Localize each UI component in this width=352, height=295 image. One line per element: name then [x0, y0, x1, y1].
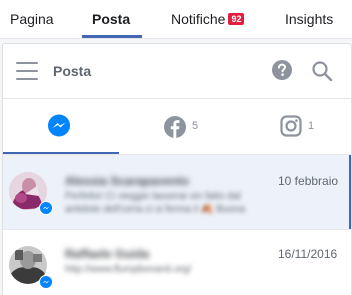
facebook-icon [164, 116, 186, 138]
tab-pagina[interactable]: Pagina [10, 11, 54, 27]
tab-notifiche[interactable]: Notifiche 92 [171, 11, 245, 27]
tab-posta[interactable]: Posta [92, 11, 130, 27]
messenger-badge-icon [39, 275, 53, 289]
selected-row-indicator [349, 155, 351, 229]
search-icon[interactable] [311, 60, 333, 82]
active-tab-indicator [82, 35, 142, 38]
messenger-badge-icon [39, 201, 53, 215]
conversation-row[interactable]: Alessia Scarapavento Perfetto! Ci vieggi… [3, 155, 351, 229]
filter-messenger[interactable] [3, 99, 119, 154]
facebook-count: 5 [192, 120, 199, 132]
conversation-date: 10 febbraio [278, 174, 339, 188]
help-icon[interactable] [272, 60, 292, 80]
conversation-snippet: Perfetto! Ci vieggio lasserai vin fatto … [65, 190, 265, 216]
conversation-row[interactable]: Raffaele Guida http://www.flumpbonanti.o… [3, 230, 351, 295]
inbox-panel: Posta 5 1 Alessia Scarapavento Perfetto!… [2, 43, 352, 295]
snippet-line: http://www.flumpbonanti.org/ [65, 264, 192, 275]
conversation-name: Alessia Scarapavento [65, 174, 190, 188]
page-top-nav: Pagina Posta Notifiche 92 Insights [0, 0, 352, 39]
conversation-snippet: http://www.flumpbonanti.org/ [65, 263, 265, 276]
conversation-name: Raffaele Guida [65, 247, 150, 261]
hamburger-icon[interactable] [16, 62, 38, 80]
conversation-date: 16/11/2016 [278, 247, 338, 261]
inbox-title: Posta [53, 63, 92, 79]
inbox-filter-tabs: 5 1 [3, 99, 351, 155]
snippet-line: Perfetto! Ci vieggio lasserai vin fatto … [65, 191, 241, 202]
notification-count-badge: 92 [228, 13, 245, 25]
snippet-line: antidote dell'ceria ci si ferma il 🍂 Buo… [65, 204, 245, 215]
inbox-header: Posta [3, 44, 351, 99]
messenger-icon [48, 114, 70, 137]
tab-insights[interactable]: Insights [285, 11, 333, 27]
filter-facebook[interactable]: 5 [119, 99, 235, 154]
tab-notifiche-label: Notifiche [171, 11, 226, 27]
filter-instagram[interactable]: 1 [235, 99, 351, 154]
active-filter-indicator [3, 152, 119, 154]
instagram-icon [280, 115, 302, 137]
instagram-count: 1 [308, 120, 315, 132]
